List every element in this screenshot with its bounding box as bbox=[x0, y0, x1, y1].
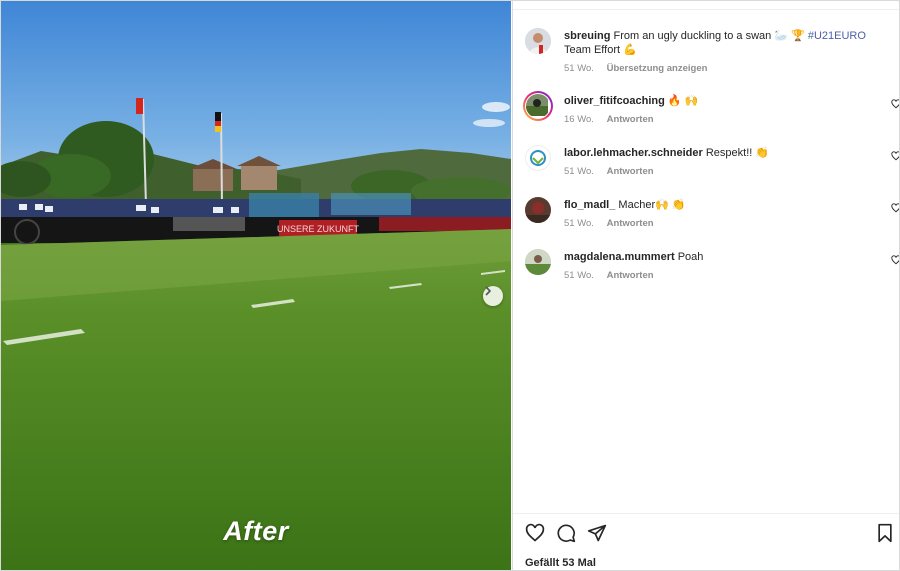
reply-link[interactable]: Antworten bbox=[607, 270, 654, 281]
comment-icon[interactable] bbox=[556, 523, 576, 543]
comment-text: 🔥 🙌 bbox=[667, 95, 699, 107]
caption-text-after: Team Effort 💪 bbox=[564, 44, 637, 56]
avatar[interactable] bbox=[525, 145, 551, 171]
comment-time[interactable]: 51 Wo. bbox=[564, 166, 594, 177]
stadium-pitch-image: UNSERE ZUKUNFT bbox=[1, 1, 511, 570]
heart-icon[interactable] bbox=[525, 523, 545, 543]
heart-icon[interactable] bbox=[891, 255, 900, 265]
post-photo: UNSERE ZUKUNFT After bbox=[1, 1, 511, 570]
reply-link[interactable]: Antworten bbox=[607, 114, 654, 125]
chevron-right-icon bbox=[485, 286, 491, 296]
overlay-after-text: After bbox=[223, 516, 289, 546]
comment-username[interactable]: oliver_fitifcoaching bbox=[564, 95, 665, 107]
header-divider bbox=[513, 9, 899, 10]
caption-hashtag[interactable]: #U21EURO bbox=[808, 30, 866, 42]
reply-link[interactable]: Antworten bbox=[607, 218, 654, 229]
comment-username[interactable]: flo_madl_ bbox=[564, 199, 615, 211]
heart-icon[interactable] bbox=[891, 203, 900, 213]
action-bar-divider bbox=[513, 513, 899, 514]
caption-username[interactable]: sbreuing bbox=[564, 30, 610, 42]
comment-username[interactable]: magdalena.mummert bbox=[564, 251, 675, 263]
avatar[interactable] bbox=[523, 91, 553, 121]
heart-icon[interactable] bbox=[891, 99, 900, 109]
comment-text: Respekt!! 👏 bbox=[705, 147, 770, 159]
comments-panel: sbreuing From an ugly duckling to a swan… bbox=[512, 1, 900, 570]
heart-icon[interactable] bbox=[891, 151, 900, 161]
banner-text: UNSERE ZUKUNFT bbox=[277, 224, 360, 234]
comment-time[interactable]: 51 Wo. bbox=[564, 218, 594, 229]
caption-text: From an ugly duckling to a swan 🦢 🏆 bbox=[613, 30, 805, 42]
send-icon[interactable] bbox=[587, 523, 607, 543]
avatar[interactable] bbox=[525, 249, 551, 275]
next-slide-button[interactable] bbox=[483, 286, 503, 306]
avatar[interactable] bbox=[525, 28, 551, 54]
comment-time[interactable]: 51 Wo. bbox=[564, 270, 594, 281]
instagram-post-frame: UNSERE ZUKUNFT After sbreuing From an ug… bbox=[0, 0, 900, 571]
comment-username[interactable]: labor.lehmacher.schneider bbox=[564, 147, 703, 159]
reply-link[interactable]: Antworten bbox=[607, 166, 654, 177]
bookmark-icon[interactable] bbox=[875, 523, 895, 543]
translate-link[interactable]: Übersetzung anzeigen bbox=[607, 63, 708, 74]
comment-text: Macher🙌 👏 bbox=[618, 199, 686, 211]
comment-time[interactable]: 16 Wo. bbox=[564, 114, 594, 125]
comment-text: Poah bbox=[677, 251, 704, 263]
caption-time[interactable]: 51 Wo. bbox=[564, 63, 594, 74]
avatar[interactable] bbox=[525, 197, 551, 223]
likes-count[interactable]: Gefällt 53 Mal bbox=[525, 557, 596, 569]
